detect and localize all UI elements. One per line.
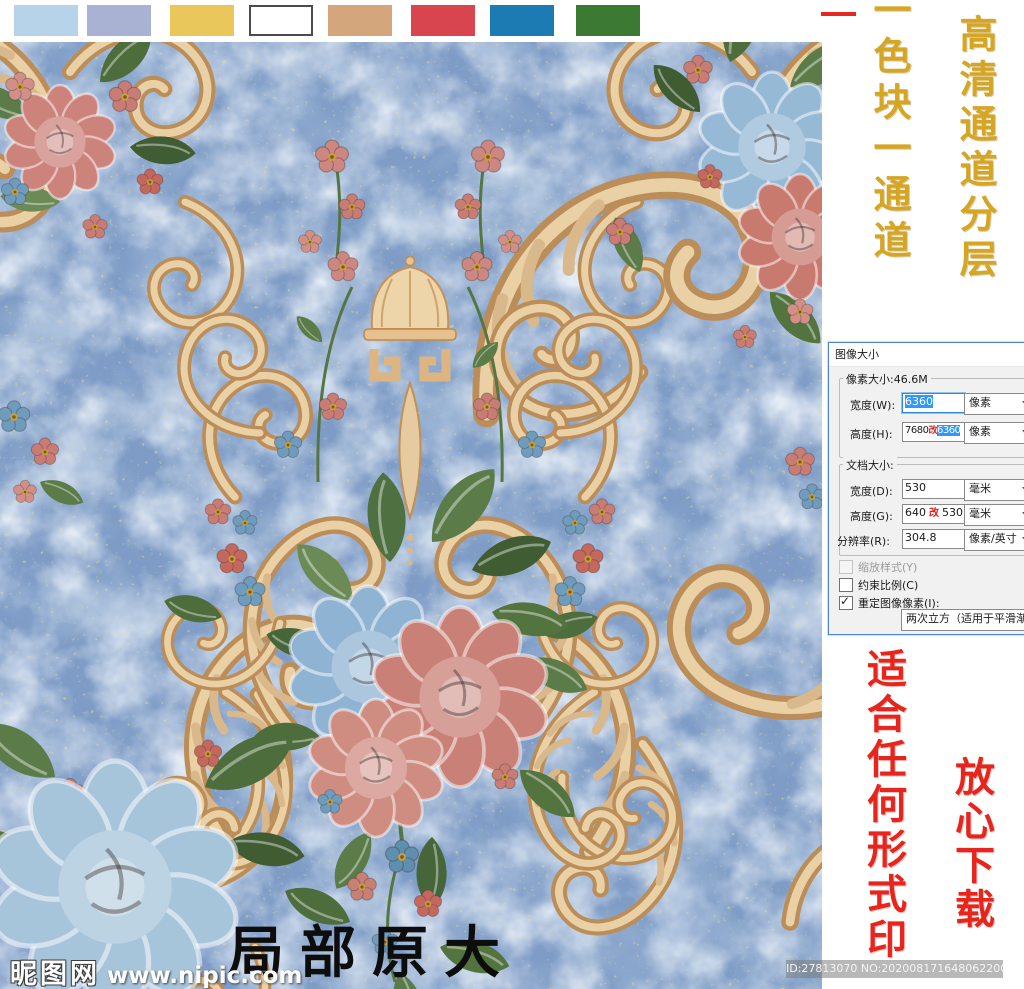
doc-height-label: 高度(G): (850, 510, 893, 523)
dialog-title: 图像大小 (829, 343, 1024, 367)
document-size-group-label: 文档大小: (843, 457, 897, 473)
resolution-unit-select[interactable]: 像素/英寸 (964, 529, 1024, 551)
promo-text-one-channel-per-color: 一色块一通道 (867, 0, 912, 266)
color-swatch-white (249, 5, 313, 36)
promo-text-hd-channel-layers: 高清通道分层 (953, 14, 998, 284)
color-swatch-blue (490, 5, 554, 36)
doc-height-unit-select[interactable]: 毫米 (964, 504, 1024, 526)
pixel-width-unit-select[interactable]: 像素 (964, 393, 1024, 415)
doc-width-input[interactable]: 530 (902, 479, 965, 499)
resolution-label: 分辨率(R): (837, 535, 890, 548)
constrain-proportions-label: 约束比例(C) (858, 579, 919, 592)
pixel-height-label: 高度(H): (850, 428, 893, 441)
doc-height-input[interactable]: 640 改 530 (902, 504, 965, 524)
pixel-size-group (839, 378, 1024, 458)
pixel-size-group-label: 像素大小:46.6M (843, 371, 931, 387)
watermark: 昵图网 www.nipic.com (10, 952, 302, 989)
check-icon: ✓ (840, 594, 851, 608)
image-id-bar: ID:27813070 NO:20200817164806220080 (786, 960, 1003, 978)
doc-width-label: 宽度(D): (850, 485, 893, 498)
watermark-site-name: 昵图网 (10, 959, 100, 989)
watermark-url: www.nipic.com (107, 963, 303, 989)
fabric-pattern-image (0, 42, 822, 989)
promo-text-print-any-form: 适合任何形式印 (860, 648, 907, 963)
image-size-dialog: 图像大小 像素大小:46.6M 宽度(W): 6360 像素 高度(H): 76… (828, 342, 1024, 635)
stock-preview-page: 一色块一通道 高清通道分层 适合任何形式印 放心下载 图像大小 像素大小:46.… (0, 0, 1024, 989)
promo-text-download-confidently: 放心下载 (948, 756, 995, 932)
red-dash-mark (821, 12, 856, 16)
color-swatch-gold-yellow (170, 5, 234, 36)
resample-image-checkbox[interactable]: ✓ (839, 594, 853, 610)
color-swatch-green (576, 5, 640, 36)
edit-mark: 改 (928, 426, 937, 436)
pixel-width-input[interactable]: 6360 (902, 393, 965, 413)
scale-styles-checkbox[interactable]: ✓ (839, 560, 853, 574)
constrain-proportions-checkbox[interactable]: ✓ (839, 578, 853, 592)
constrain-proportions-checkbox-row: ✓ 约束比例(C) (839, 577, 918, 593)
pixel-height-input[interactable]: 7680改6360 (902, 422, 965, 442)
resolution-input[interactable]: 304.8 (902, 529, 965, 549)
pixel-height-unit-select[interactable]: 像素 (964, 422, 1024, 444)
pixel-width-label: 宽度(W): (850, 399, 896, 412)
edit-mark: 改 (929, 508, 939, 519)
color-swatch-tan (328, 5, 392, 36)
color-swatch-light-blue (14, 5, 78, 36)
scale-styles-checkbox-row: ✓ 缩放样式(Y) (839, 559, 917, 575)
resample-method-select[interactable]: 两次立方（适用于平滑渐变 (901, 609, 1024, 631)
color-swatch-periwinkle (87, 5, 151, 36)
doc-width-unit-select[interactable]: 毫米 (964, 479, 1024, 501)
scale-styles-label: 缩放样式(Y) (858, 561, 918, 574)
color-swatch-red (411, 5, 475, 36)
